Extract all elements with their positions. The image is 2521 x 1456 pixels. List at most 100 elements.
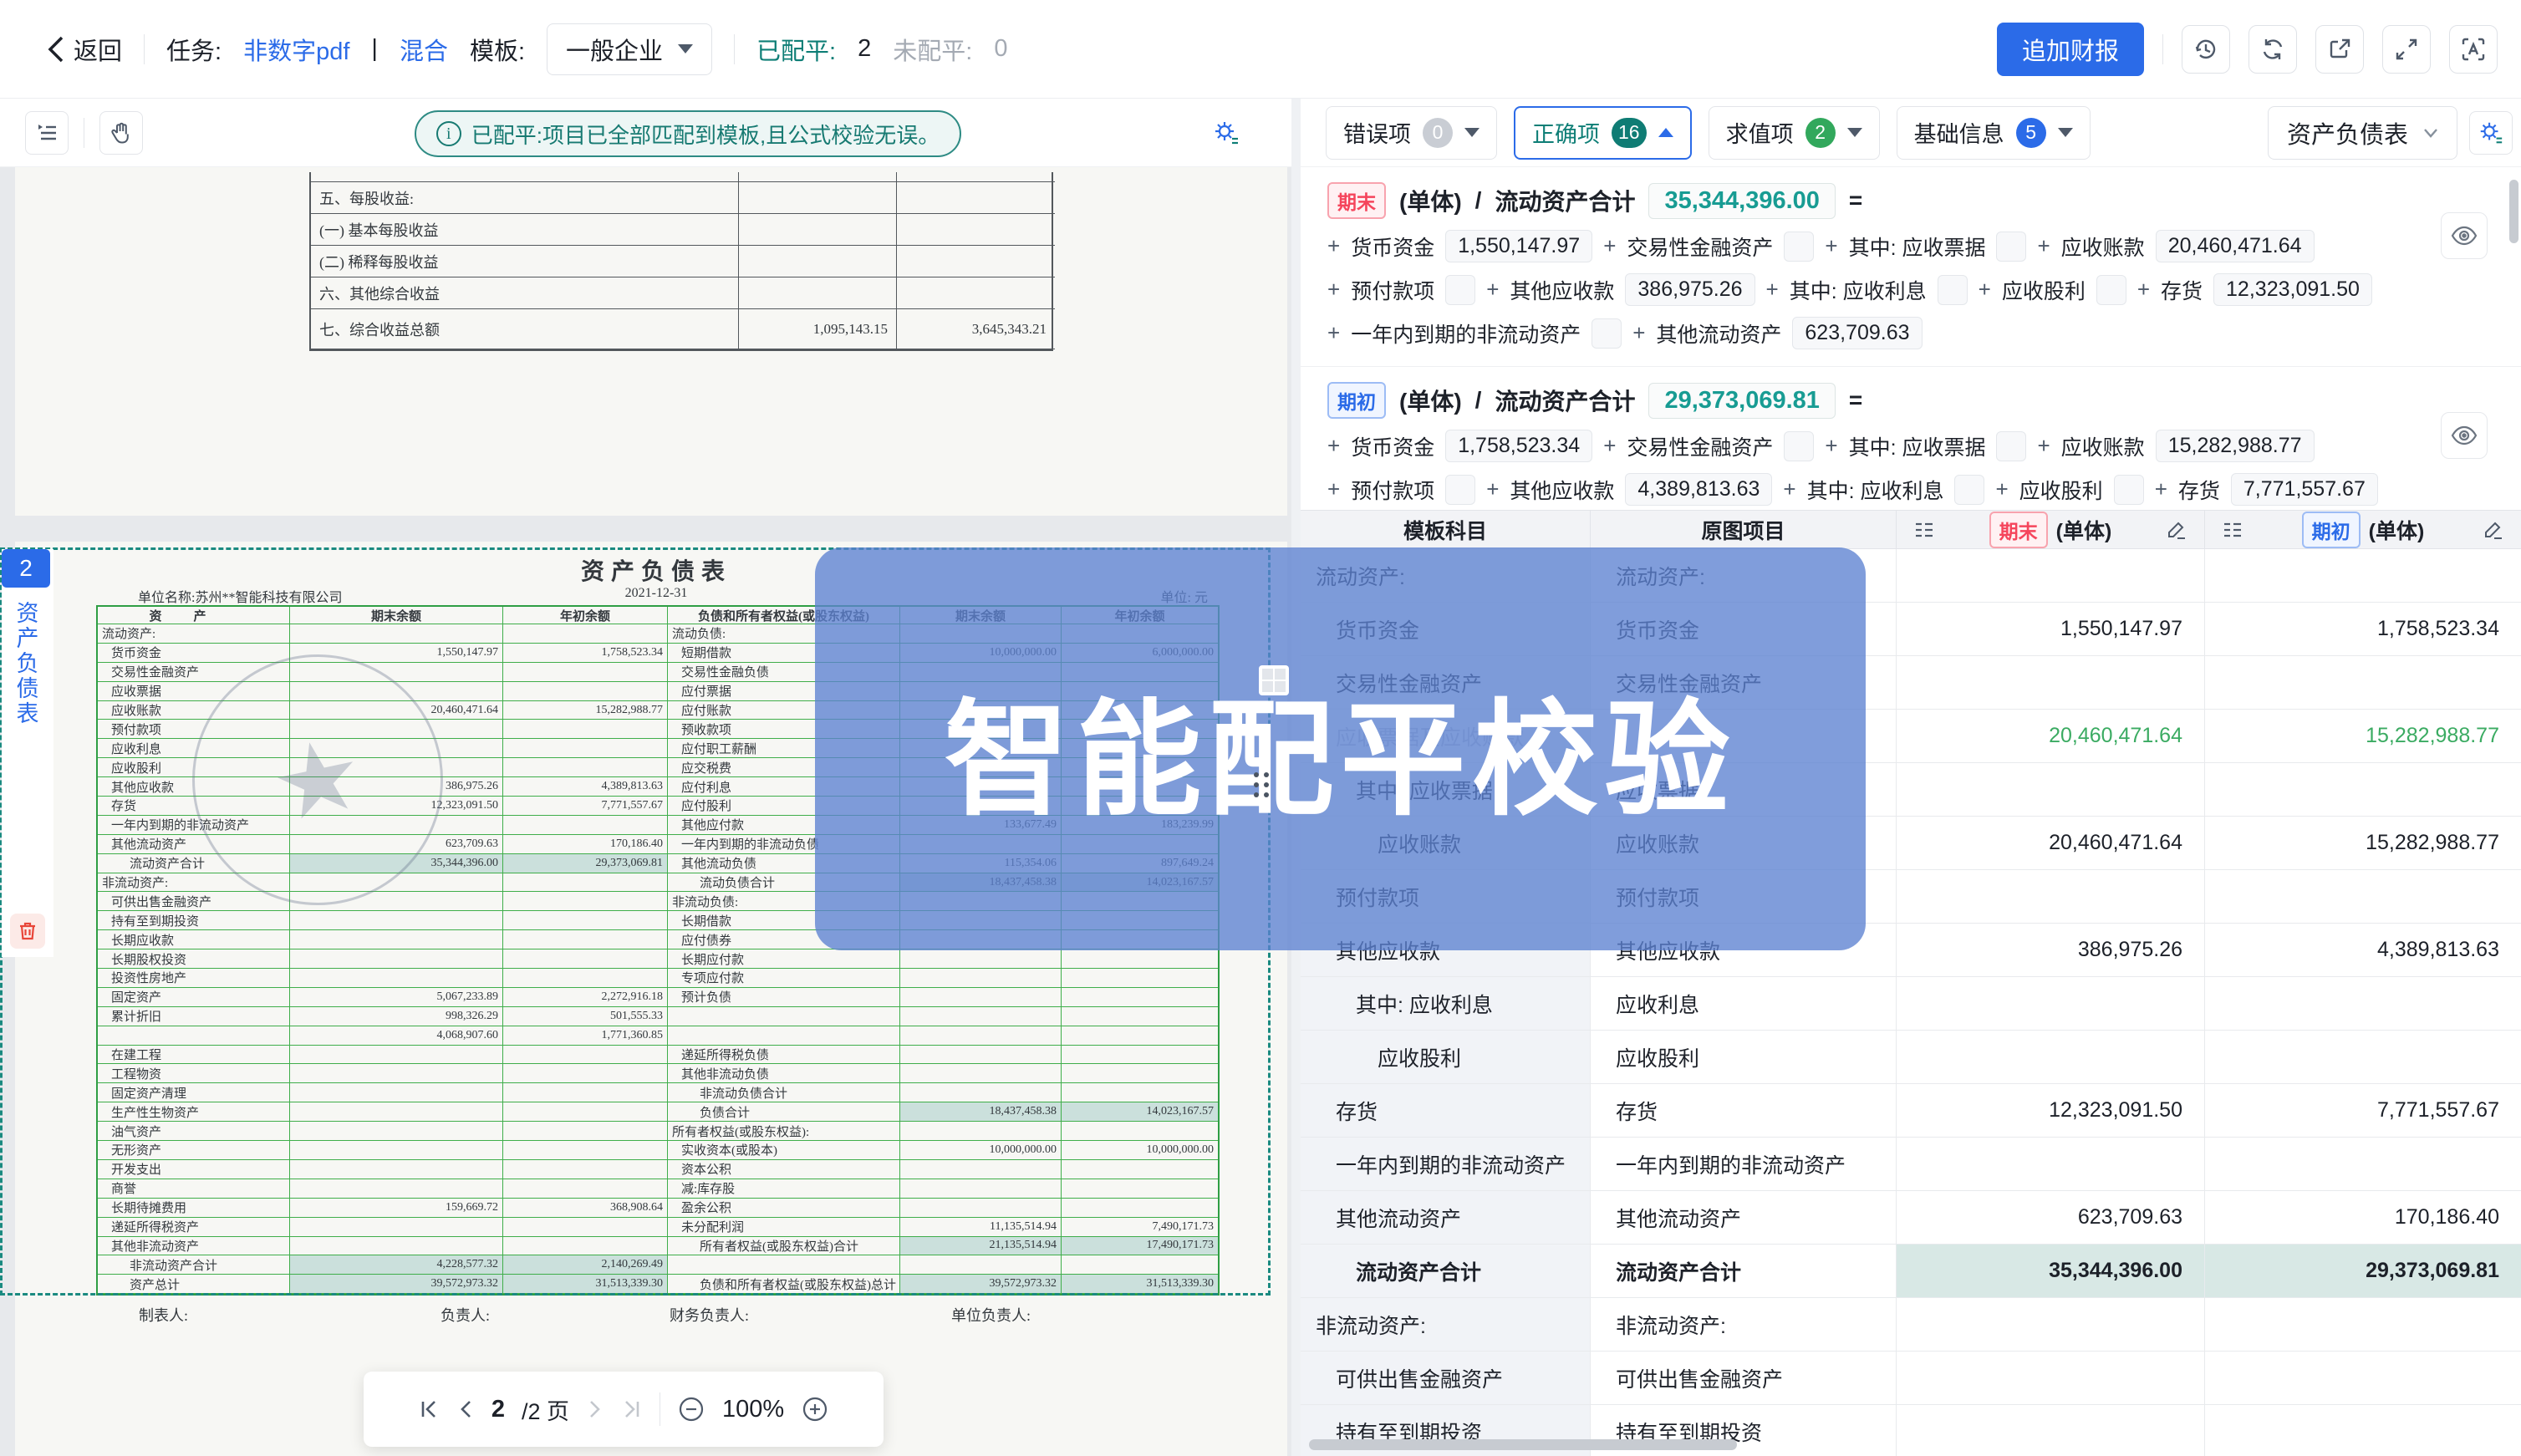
- cell-period-begin[interactable]: 7,771,557.67: [2205, 1084, 2521, 1138]
- hand-icon[interactable]: [99, 111, 143, 155]
- cell-period-end[interactable]: [1897, 1298, 2205, 1352]
- formula-term-value[interactable]: [1996, 232, 2026, 262]
- table-row[interactable]: 流动资产合计流动资产合计35,344,396.0029,373,069.81: [1301, 1245, 2521, 1298]
- formula-term-value[interactable]: 386,975.26: [1625, 273, 1755, 306]
- eye-icon[interactable]: [2441, 412, 2488, 459]
- cell-period-end[interactable]: [1897, 656, 2205, 710]
- selection-sheet-label[interactable]: 资产负债表: [2, 601, 53, 726]
- cell-period-end[interactable]: 12,323,091.50: [1897, 1084, 2205, 1138]
- formula-term-value[interactable]: 12,323,091.50: [2213, 273, 2372, 306]
- smart-config-icon[interactable]: [2469, 111, 2513, 155]
- formula-term-value[interactable]: [1784, 431, 1814, 461]
- table-row[interactable]: 货币资金货币资金1,550,147.971,758,523.34: [1301, 603, 2521, 656]
- formula-term-value[interactable]: [1996, 431, 2026, 461]
- edit-icon[interactable]: [2166, 519, 2187, 541]
- export-icon[interactable]: [2315, 25, 2364, 74]
- smart-config-icon[interactable]: [1204, 111, 1248, 155]
- cell-period-begin[interactable]: [2205, 870, 2521, 924]
- tab-基础信息[interactable]: 基础信息5: [1897, 106, 2091, 160]
- formula-term-value[interactable]: [1784, 232, 1814, 262]
- tab-求值项[interactable]: 求值项2: [1709, 106, 1880, 160]
- formula-term-value[interactable]: 1,550,147.97: [1445, 230, 1592, 262]
- formula-term-value[interactable]: [2114, 475, 2144, 505]
- formula-total-value[interactable]: 35,344,396.00: [1648, 183, 1835, 219]
- eye-icon[interactable]: [2441, 212, 2488, 259]
- zoom-out-button[interactable]: [677, 1395, 705, 1423]
- sheet-select[interactable]: 资产负债表: [2268, 106, 2457, 160]
- outline-icon[interactable]: [25, 111, 69, 155]
- formula-term-value[interactable]: 623,709.63: [1792, 317, 1922, 349]
- cell-period-end[interactable]: [1897, 1031, 2205, 1084]
- table-row[interactable]: 交易性金融资产交易性金融资产: [1301, 656, 2521, 710]
- cell-period-begin[interactable]: 170,186.40: [2205, 1191, 2521, 1245]
- cell-period-begin[interactable]: [2205, 656, 2521, 710]
- table-row[interactable]: 一年内到期的非流动资产一年内到期的非流动资产: [1301, 1138, 2521, 1191]
- cell-period-begin[interactable]: 29,373,069.81: [2205, 1245, 2521, 1298]
- formula-term-value[interactable]: [1445, 275, 1475, 305]
- cell-period-begin[interactable]: [2205, 1298, 2521, 1352]
- cell-period-begin[interactable]: 4,389,813.63: [2205, 924, 2521, 977]
- current-page[interactable]: 2: [491, 1396, 505, 1423]
- table-row[interactable]: 流动资产:流动资产:: [1301, 549, 2521, 603]
- formula-term-value[interactable]: [1938, 275, 1968, 305]
- last-page-button[interactable]: [621, 1398, 643, 1420]
- horizontal-scrollbar[interactable]: [1309, 1439, 1737, 1450]
- cell-period-begin[interactable]: [2205, 1138, 2521, 1191]
- next-page-button[interactable]: [586, 1398, 604, 1420]
- cell-period-begin[interactable]: [2205, 977, 2521, 1031]
- cell-period-end[interactable]: [1897, 1405, 2205, 1456]
- cell-period-end[interactable]: [1897, 763, 2205, 817]
- back-button[interactable]: 返回: [47, 32, 122, 67]
- table-row[interactable]: 应收账款应收账款20,460,471.6415,282,988.77: [1301, 817, 2521, 870]
- prev-page-button[interactable]: [456, 1398, 475, 1420]
- formula-term-value[interactable]: 1,758,523.34: [1445, 430, 1592, 462]
- cell-period-begin[interactable]: [2205, 1031, 2521, 1084]
- cell-period-end[interactable]: [1897, 977, 2205, 1031]
- table-row[interactable]: 其他应收款其他应收款386,975.264,389,813.63: [1301, 924, 2521, 977]
- ocr-icon[interactable]: [2449, 25, 2498, 74]
- formula-term-value[interactable]: [2096, 275, 2126, 305]
- table-row[interactable]: 其中: 应收利息应收利息: [1301, 977, 2521, 1031]
- table-row[interactable]: 存货存货12,323,091.507,771,557.67: [1301, 1084, 2521, 1138]
- cell-period-end[interactable]: 623,709.63: [1897, 1191, 2205, 1245]
- formula-term-value[interactable]: 15,282,988.77: [2156, 430, 2315, 462]
- history-icon[interactable]: [2182, 25, 2230, 74]
- formula-term-value[interactable]: [1954, 475, 1984, 505]
- cell-period-end[interactable]: 20,460,471.64: [1897, 817, 2205, 870]
- cell-period-begin[interactable]: [2205, 549, 2521, 603]
- tab-正确项[interactable]: 正确项16: [1514, 106, 1692, 160]
- refresh-icon[interactable]: [2249, 25, 2297, 74]
- table-row[interactable]: 应收票据及应收账款20,460,471.6415,282,988.77: [1301, 710, 2521, 763]
- table-row[interactable]: 应收股利应收股利: [1301, 1031, 2521, 1084]
- drag-handle-icon[interactable]: [1254, 772, 1269, 797]
- cell-period-begin[interactable]: 15,282,988.77: [2205, 710, 2521, 763]
- cell-period-begin[interactable]: [2205, 763, 2521, 817]
- table-row[interactable]: 其他流动资产其他流动资产623,709.63170,186.40: [1301, 1191, 2521, 1245]
- fullscreen-icon[interactable]: [2382, 25, 2431, 74]
- formula-term-value[interactable]: 20,460,471.64: [2156, 230, 2315, 262]
- formula-total-value[interactable]: 29,373,069.81: [1648, 383, 1835, 419]
- cell-period-begin[interactable]: [2205, 1405, 2521, 1456]
- first-page-button[interactable]: [418, 1398, 440, 1420]
- cell-period-end[interactable]: [1897, 870, 2205, 924]
- formula-term-value[interactable]: [1445, 475, 1475, 505]
- cell-period-end[interactable]: 20,460,471.64: [1897, 710, 2205, 763]
- cell-period-end[interactable]: [1897, 1138, 2205, 1191]
- cell-period-end[interactable]: 386,975.26: [1897, 924, 2205, 977]
- add-report-button[interactable]: 追加财报: [1997, 23, 2144, 76]
- cell-period-end[interactable]: [1897, 549, 2205, 603]
- formula-term-value[interactable]: 7,771,557.67: [2231, 473, 2378, 506]
- template-select[interactable]: 一般企业: [547, 23, 712, 75]
- cell-period-begin[interactable]: 1,758,523.34: [2205, 603, 2521, 656]
- table-row[interactable]: 其中: 应收票据应收票据: [1301, 763, 2521, 817]
- cell-period-end[interactable]: 1,550,147.97: [1897, 603, 2205, 656]
- cell-period-end[interactable]: [1897, 1352, 2205, 1405]
- table-row[interactable]: 预付款项预付款项: [1301, 870, 2521, 924]
- table-row[interactable]: 可供出售金融资产可供出售金融资产: [1301, 1352, 2521, 1405]
- list-icon[interactable]: [1913, 519, 1935, 541]
- vertical-scrollbar[interactable]: [2509, 180, 2518, 243]
- cell-period-end[interactable]: 35,344,396.00: [1897, 1245, 2205, 1298]
- table-row[interactable]: 非流动资产:非流动资产:: [1301, 1298, 2521, 1352]
- edit-icon[interactable]: [2483, 519, 2504, 541]
- formula-term-value[interactable]: 4,389,813.63: [1625, 473, 1772, 506]
